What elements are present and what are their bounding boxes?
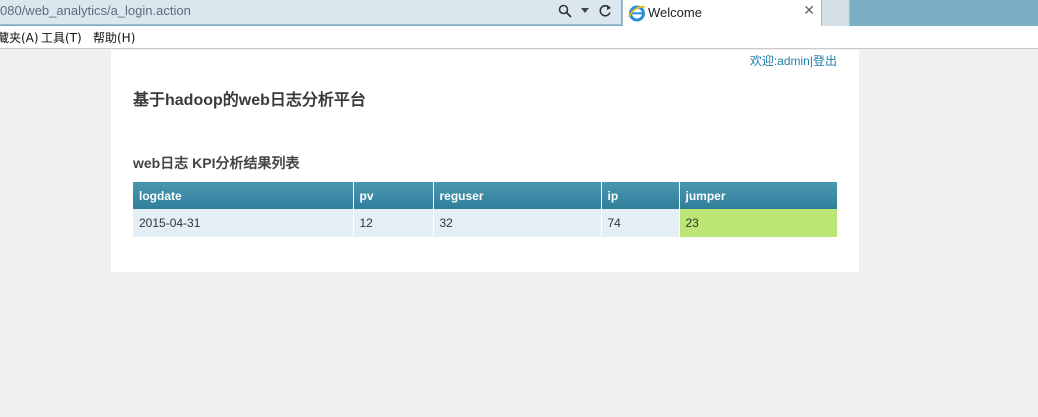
kpi-table: logdate pv reguser ip jumper 2015-04-31 … bbox=[133, 182, 837, 237]
address-text[interactable]: 080/web_analytics/a_login.action bbox=[0, 3, 191, 18]
ie-icon bbox=[628, 4, 646, 22]
user-welcome: 欢迎:admin|登出 bbox=[750, 52, 837, 69]
column-header-jumper: jumper bbox=[679, 182, 837, 209]
browser-chrome: 080/web_analytics/a_login.action Welcome… bbox=[0, 0, 1038, 26]
new-tab-button[interactable] bbox=[822, 0, 850, 26]
cell-reguser: 32 bbox=[433, 209, 602, 237]
cell-ip: 74 bbox=[601, 209, 680, 237]
refresh-icon[interactable] bbox=[597, 2, 613, 20]
column-header-pv: pv bbox=[353, 182, 434, 209]
tab-welcome[interactable]: Welcome ✕ bbox=[622, 0, 822, 26]
tab-title: Welcome bbox=[648, 5, 702, 20]
column-header-logdate: logdate bbox=[133, 182, 354, 209]
cell-pv: 12 bbox=[353, 209, 434, 237]
cell-logdate: 2015-04-31 bbox=[133, 209, 354, 237]
table-row: 2015-04-31 12 32 74 23 bbox=[133, 209, 837, 237]
logout-link[interactable]: 登出 bbox=[813, 54, 837, 68]
dropdown-icon[interactable] bbox=[577, 2, 593, 20]
menu-tools[interactable]: 工具(T) bbox=[41, 29, 93, 46]
menu-bar: 藏夹(A) 工具(T) 帮助(H) bbox=[0, 26, 1038, 49]
username-link[interactable]: admin bbox=[777, 54, 810, 68]
column-header-reguser: reguser bbox=[433, 182, 602, 209]
close-icon[interactable]: ✕ bbox=[803, 3, 815, 19]
page-container: 欢迎:admin|登出 基于hadoop的web日志分析平台 web日志 KPI… bbox=[111, 50, 859, 272]
table-header-row: logdate pv reguser ip jumper bbox=[133, 182, 837, 209]
menu-favorites[interactable]: 藏夹(A) bbox=[0, 29, 39, 46]
address-bar[interactable]: 080/web_analytics/a_login.action bbox=[0, 0, 621, 25]
column-header-ip: ip bbox=[601, 182, 680, 209]
menu-help[interactable]: 帮助(H) bbox=[93, 29, 142, 46]
search-icon[interactable] bbox=[557, 2, 573, 20]
section-title: web日志 KPI分析结果列表 bbox=[133, 155, 300, 171]
address-icons bbox=[557, 2, 613, 20]
welcome-prefix: 欢迎: bbox=[749, 54, 778, 68]
page-title: 基于hadoop的web日志分析平台 bbox=[133, 92, 366, 109]
cell-jumper: 23 bbox=[679, 209, 837, 237]
